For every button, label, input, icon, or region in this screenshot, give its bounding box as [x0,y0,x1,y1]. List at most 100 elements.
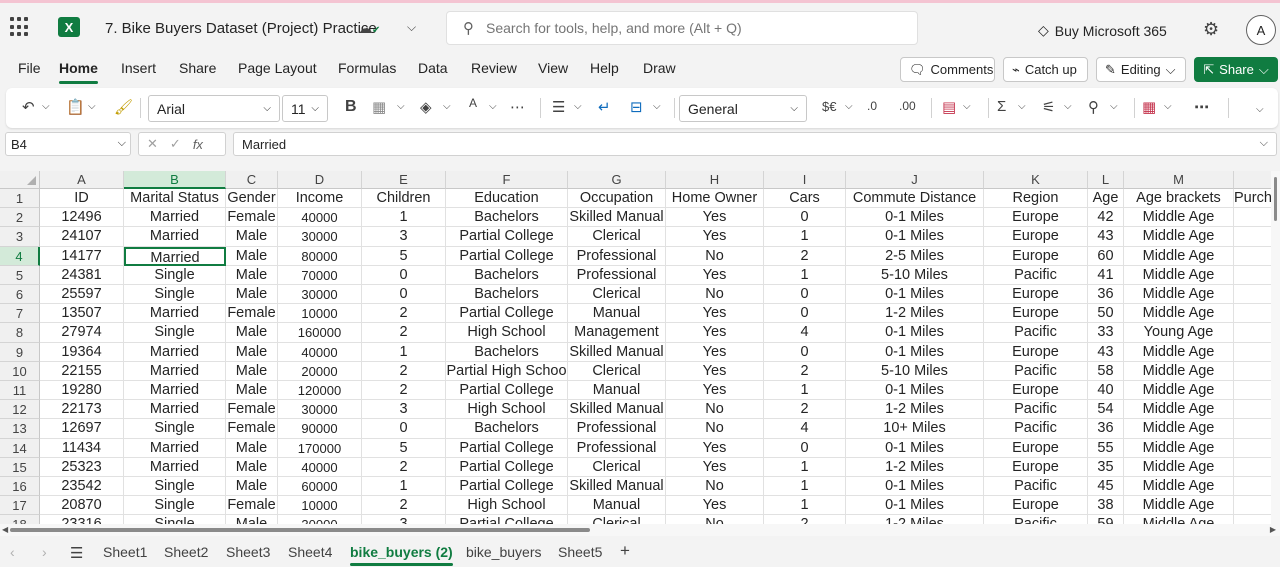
row-header[interactable]: 15 [0,457,40,477]
column-header[interactable]: A [40,171,124,189]
tab-insert[interactable]: Insert [121,60,156,76]
data-cell[interactable]: 30000 [278,227,362,247]
data-cell[interactable]: Professional [568,265,666,285]
data-cell[interactable]: Pacific [984,361,1088,381]
data-cell[interactable]: Bachelors [446,285,568,305]
paste-icon[interactable]: 📋 [66,98,85,116]
data-cell[interactable]: 0-1 Miles [846,323,984,343]
row-header[interactable]: 3 [0,227,40,247]
cancel-icon[interactable]: ✕ [147,136,158,152]
data-cell[interactable]: 2 [362,304,446,324]
data-cell[interactable]: Clerical [568,285,666,305]
header-cell[interactable]: Age [1088,189,1124,209]
data-cell[interactable]: Married [124,438,226,458]
tab-data[interactable]: Data [418,60,448,76]
data-cell[interactable]: Single [124,265,226,285]
sheet-tab-bike-buyers-2[interactable]: bike_buyers (2) [350,544,453,566]
sheet-tab-bike-buyers[interactable]: bike_buyers [466,544,542,560]
data-cell[interactable]: Male [226,246,278,266]
row-header[interactable]: 10 [0,361,40,381]
share-button[interactable]: ⇱ Share ⌵ [1194,57,1278,82]
data-cell[interactable]: 3 [362,515,446,524]
conditional-format-icon[interactable]: ▤ [942,98,956,116]
header-cell[interactable]: Income [278,189,362,209]
data-cell[interactable]: 2 [362,496,446,516]
data-cell[interactable]: Middle Age [1124,496,1234,516]
data-cell[interactable]: High School [446,323,568,343]
data-cell[interactable]: Yes [666,496,764,516]
data-cell[interactable]: 38 [1088,496,1124,516]
data-cell[interactable]: 0-1 Miles [846,208,984,228]
data-cell[interactable]: Clerical [568,227,666,247]
header-cell[interactable]: Region [984,189,1088,209]
data-cell[interactable]: Married [124,342,226,362]
ribbon-expand-chevron-icon[interactable]: ⌵ [1256,104,1264,115]
data-cell[interactable]: Single [124,419,226,439]
data-cell[interactable]: 22155 [40,361,124,381]
currency-format-icon[interactable]: $€ [822,99,836,114]
chevron-down-icon[interactable]: ⌵ [574,101,582,112]
search-box[interactable]: ⚲ [446,11,918,45]
data-cell[interactable]: 30000 [278,400,362,420]
data-cell[interactable]: 50 [1088,304,1124,324]
data-cell[interactable]: Middle Age [1124,246,1234,266]
data-cell[interactable]: 2 [764,361,846,381]
data-cell[interactable]: 2 [764,400,846,420]
data-cell[interactable]: Male [226,265,278,285]
data-cell[interactable]: Middle Age [1124,265,1234,285]
column-header[interactable]: C [226,171,278,189]
column-header[interactable]: E [362,171,446,189]
data-cell[interactable]: 10000 [278,304,362,324]
scrollbar-thumb[interactable] [1274,177,1277,221]
column-header[interactable]: M [1124,171,1234,189]
sheet-tab-sheet3[interactable]: Sheet3 [226,544,270,560]
data-cell[interactable]: 1-2 Miles [846,304,984,324]
data-cell[interactable]: 12697 [40,419,124,439]
data-cell[interactable]: Europe [984,457,1088,477]
data-cell[interactable]: 1-2 Miles [846,457,984,477]
data-cell[interactable]: High School [446,400,568,420]
row-header[interactable]: 13 [0,419,40,439]
data-cell[interactable]: 25323 [40,457,124,477]
data-cell[interactable]: 19280 [40,381,124,401]
autosum-icon[interactable]: Σ [997,98,1006,115]
wrap-text-icon[interactable]: ↵ [598,98,611,116]
tab-review[interactable]: Review [471,60,517,76]
data-cell[interactable]: 1 [362,342,446,362]
header-cell[interactable]: Age brackets [1124,189,1234,209]
data-cell[interactable]: Young Age [1124,323,1234,343]
data-cell[interactable]: 36 [1088,419,1124,439]
data-cell[interactable]: Europe [984,227,1088,247]
data-cell[interactable]: Partial College [446,477,568,497]
data-cell[interactable]: 0 [764,342,846,362]
chevron-down-icon[interactable]: ⌵ [845,101,853,112]
data-cell[interactable]: Middle Age [1124,342,1234,362]
data-cell[interactable]: Europe [984,246,1088,266]
data-cell[interactable]: Partial College [446,246,568,266]
add-sheet-icon[interactable]: + [620,541,630,561]
data-cell[interactable]: No [666,400,764,420]
fill-color-icon[interactable]: ◈ [420,98,432,116]
chevron-down-icon[interactable]: ⌵ [963,101,971,112]
data-cell[interactable]: Single [124,515,226,524]
sheet-tab-sheet5[interactable]: Sheet5 [558,544,602,560]
data-cell[interactable]: Female [226,496,278,516]
data-cell[interactable]: 1 [764,457,846,477]
data-cell[interactable]: 80000 [278,246,362,266]
data-cell[interactable]: 60000 [278,477,362,497]
data-cell[interactable]: Middle Age [1124,400,1234,420]
data-cell[interactable]: Pacific [984,265,1088,285]
data-cell[interactable]: Skilled Manual [568,400,666,420]
header-cell[interactable]: Children [362,189,446,209]
data-cell[interactable]: Bachelors [446,265,568,285]
row-header[interactable]: 1 [0,189,40,209]
font-size-select[interactable]: 11 ⌵ [282,95,328,122]
data-cell[interactable]: 1 [764,477,846,497]
data-cell[interactable]: 1 [764,227,846,247]
next-sheet-icon[interactable]: › [42,544,47,560]
scrollbar-thumb[interactable] [10,528,590,532]
data-cell[interactable]: Yes [666,304,764,324]
data-cell[interactable]: Middle Age [1124,381,1234,401]
chevron-down-icon[interactable]: ⌵ [489,101,497,112]
data-cell[interactable]: Yes [666,208,764,228]
